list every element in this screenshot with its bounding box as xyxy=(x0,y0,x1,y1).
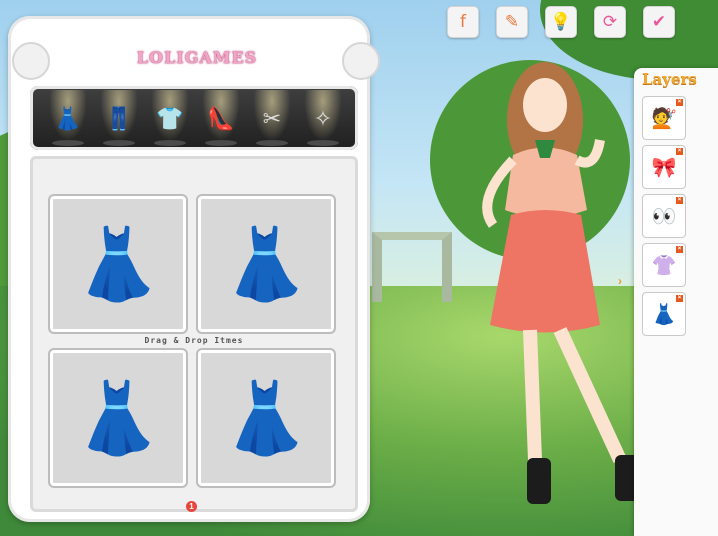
accessories-icon: ✧ xyxy=(313,106,333,132)
doll-face xyxy=(523,78,567,132)
hair-icon: 💇 xyxy=(651,106,677,130)
layer-hair[interactable]: 💇 × xyxy=(642,96,686,140)
item-striped-bow-dress[interactable]: 👗 xyxy=(196,194,336,334)
scroll-ornament-left-icon xyxy=(12,42,50,80)
remove-layer-icon[interactable]: × xyxy=(676,246,683,253)
eyes-icon: 👀 xyxy=(651,204,677,228)
remove-layer-icon[interactable]: × xyxy=(676,148,683,155)
facebook-button[interactable]: f xyxy=(447,6,479,38)
scroll-ornament-right-icon xyxy=(342,42,380,80)
doll-skirt xyxy=(490,210,600,333)
remove-layer-icon[interactable]: × xyxy=(676,197,683,204)
dress-icon: 👗 xyxy=(222,376,310,459)
category-bar: 👗 👖 👕 👠 ✂ ✧ xyxy=(30,86,358,150)
category-shoes[interactable]: 👠 xyxy=(199,90,243,148)
dress-icon: 👗 xyxy=(74,222,162,305)
layers-toggle-arrow-icon[interactable]: › xyxy=(618,274,634,292)
layer-eyes[interactable]: 👀 × xyxy=(642,194,686,238)
pants-icon: 👖 xyxy=(105,106,133,132)
wardrobe-panel: LOLIGAMES 👗 👖 👕 👠 ✂ ✧ Drag & Drop Itmes 👗 👗 👗 👗 … xyxy=(8,16,380,522)
loligames-logo[interactable]: LOLIGAMES xyxy=(116,44,278,72)
item-blue-shirt-dress[interactable]: 👗 xyxy=(196,348,336,488)
reset-icon: ⟳ xyxy=(602,12,618,32)
makeup-button[interactable]: ✎ xyxy=(496,6,528,38)
remove-layer-icon[interactable]: × xyxy=(676,295,683,302)
item-long-skirt-dress[interactable]: 👗 xyxy=(48,194,188,334)
done-icon: ✔ xyxy=(651,12,667,32)
scarf-icon: 🎀 xyxy=(651,155,677,179)
doll-legs xyxy=(523,327,627,463)
layers-title: Layers xyxy=(642,70,697,88)
dress-icon: 👗 xyxy=(222,222,310,305)
dress-icon: 👗 xyxy=(74,376,162,459)
doll-right-shoe xyxy=(615,455,635,501)
done-button[interactable]: ✔ xyxy=(643,6,675,38)
fence xyxy=(372,232,452,302)
hint-button[interactable]: 💡 xyxy=(545,6,577,38)
category-accessories[interactable]: ✧ xyxy=(301,90,345,148)
hairstyles-icon: ✂ xyxy=(262,106,282,132)
layer-top[interactable]: 👚 × xyxy=(642,243,686,287)
makeup-icon: ✎ xyxy=(504,12,520,32)
category-pants[interactable]: 👖 xyxy=(97,90,141,148)
category-tops[interactable]: 👕 xyxy=(148,90,192,148)
tops-icon: 👕 xyxy=(156,106,184,132)
hint-icon: 💡 xyxy=(550,12,572,32)
doll-left-shoe xyxy=(527,458,551,504)
layer-scarf[interactable]: 🎀 × xyxy=(642,145,686,189)
layers-panel: Layers 💇 × 🎀 × 👀 × 👚 × 👗 × xyxy=(634,68,718,536)
facebook-icon: f xyxy=(460,12,466,32)
page-indicator[interactable]: 1 xyxy=(186,501,197,512)
shoes-icon: 👠 xyxy=(207,106,235,132)
category-hairstyles[interactable]: ✂ xyxy=(250,90,294,148)
category-dresses[interactable]: 👗 xyxy=(46,90,90,148)
remove-layer-icon[interactable]: × xyxy=(676,99,683,106)
items-grid: Drag & Drop Itmes 👗 👗 👗 👗 xyxy=(30,156,358,512)
skirt-icon: 👗 xyxy=(651,302,677,326)
drag-drop-caption: Drag & Drop Itmes xyxy=(144,336,244,345)
top-icon: 👚 xyxy=(651,253,677,277)
item-olive-collar-dress[interactable]: 👗 xyxy=(48,348,188,488)
doll-character xyxy=(482,62,635,504)
layer-skirt[interactable]: 👗 × xyxy=(642,292,686,336)
dresses-icon: 👗 xyxy=(54,106,82,132)
reset-button[interactable]: ⟳ xyxy=(594,6,626,38)
doll-right-arm xyxy=(574,139,605,168)
